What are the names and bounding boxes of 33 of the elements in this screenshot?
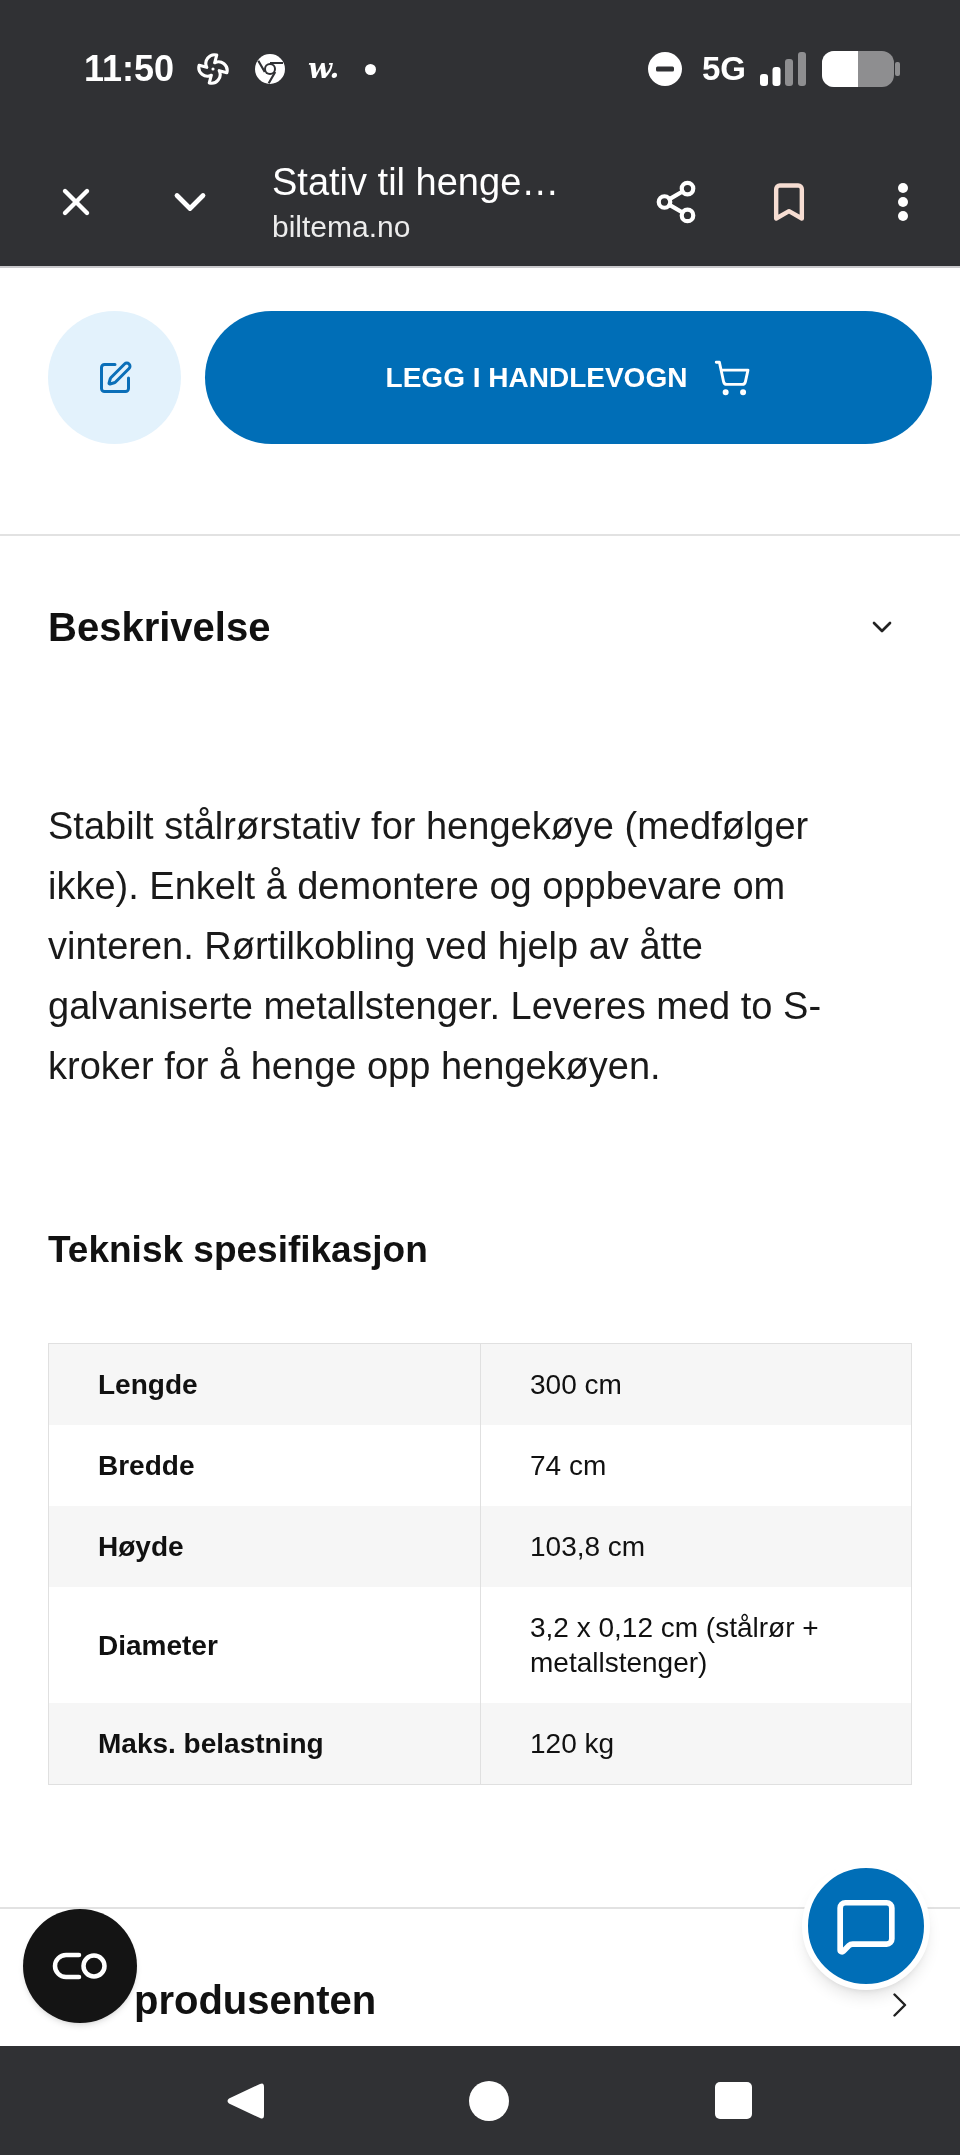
signal-icon xyxy=(760,52,806,86)
spec-label: Høyde xyxy=(98,1530,184,1564)
status-time: 11:50 xyxy=(84,49,175,89)
description-text: Stabilt stålrørstativ for hengekøye (medfølger ikke). Enkelt å demontere og oppbevare om vinteren. Rørtilkobling ved hjelp av åtte galvaniserte metallstenger. Leveres med to S-kroker for å henge opp hengekøyen. xyxy=(48,804,823,1089)
spec-value: 74 cm xyxy=(530,1449,607,1483)
fan-icon xyxy=(196,52,231,86)
spec-value: 300 cm xyxy=(530,1368,622,1402)
spec-value: 120 kg xyxy=(530,1727,615,1761)
spec-label: Bredde xyxy=(98,1449,195,1483)
spec-label: Maks. belastning xyxy=(98,1727,324,1761)
toggle-icon xyxy=(51,1951,109,1981)
chevron-right-icon[interactable] xyxy=(893,1993,907,2017)
spec-heading: Teknisk spesifikasjon xyxy=(48,1230,429,1270)
notification-app-label: w. xyxy=(308,53,340,85)
aperture-icon xyxy=(254,53,287,85)
back-icon xyxy=(226,2080,264,2121)
section-heading: produsenten xyxy=(134,1980,377,2020)
network-label: 5G xyxy=(701,51,746,87)
minus-circle-icon xyxy=(647,52,682,86)
more-icon xyxy=(898,183,908,221)
spec-value: 103,8 cm xyxy=(530,1530,646,1564)
spec-value: 3,2 x 0,12 cm (stålrør + metallstenger) xyxy=(530,1611,820,1680)
spec-label: Diameter xyxy=(98,1628,218,1663)
cart-icon xyxy=(713,358,752,397)
page-url: biltema.no xyxy=(272,210,412,244)
notification-dot-icon xyxy=(365,63,377,75)
spec-label: Lengde xyxy=(98,1368,198,1402)
home-icon xyxy=(469,2080,509,2121)
battery-icon xyxy=(822,51,900,87)
page-title: Stativ til henge… xyxy=(272,160,561,204)
recents-icon xyxy=(714,2082,752,2119)
section-heading: Beskrivelse xyxy=(48,607,271,647)
add-to-cart-button[interactable]: LEGG I HANDLEVOGN xyxy=(205,311,932,444)
